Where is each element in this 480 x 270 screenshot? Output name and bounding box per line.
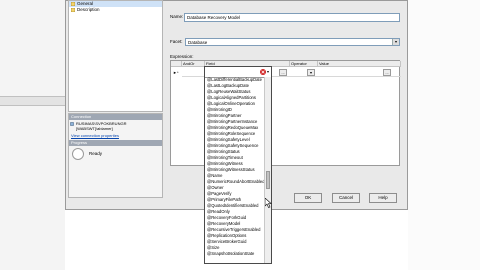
help-button[interactable]: Help [369,193,397,203]
nav-item-description[interactable]: Description [69,7,162,13]
connection-panel: Connection RUSIMAS\SVPOKBRUNGR [WABSWT]\… [68,113,163,198]
facet-value: Database [188,40,208,45]
page-tree: General Description [68,0,163,112]
user-name: [WABSWT]\ablamer] [76,126,113,131]
field-option[interactable]: @SnapshotIsolationState [205,251,265,257]
progress-status: Ready [89,151,103,156]
operator-dropdown-button[interactable]: ▾ [307,69,315,76]
column-andor: AndOr [182,61,205,67]
column-value: Value [318,61,401,67]
ok-button[interactable]: OK [294,193,322,203]
value-ellipsis-button[interactable]: ... [383,69,391,76]
facet-label: Facet: [170,39,183,44]
page-icon [70,1,76,7]
scrollbar-thumb[interactable] [266,171,270,189]
name-input[interactable] [184,13,400,22]
nav-item-label: Description [77,7,100,12]
chevron-down-icon[interactable]: ▾ [267,69,269,74]
nav-item-label: General [77,1,94,6]
page-icon [70,7,76,13]
field-dropdown-list: @LastDifferentialBackupDate @LastLogBacku… [205,77,265,263]
expression-label: Expression: [170,54,194,59]
mouse-cursor-icon [265,198,272,208]
row-marker: ►* [173,70,179,75]
view-connection-properties-link[interactable]: View connection properties [69,133,162,139]
field-dropdown[interactable]: ▾ @LastDifferentialBackupDate @LastLogBac… [204,66,272,264]
background-right-pane [408,0,480,270]
field-ellipsis-button[interactable]: ... [279,69,287,76]
grid-row-header-corner [171,61,182,67]
background-toolbar-stripe [0,96,65,106]
server-icon [70,122,74,126]
dropdown-scrollbar[interactable] [264,77,271,263]
error-icon [260,69,266,75]
background-left-pane [0,0,65,270]
column-operator: Operator [290,61,318,67]
facet-combo[interactable]: Database ▾ [185,38,400,46]
progress-spinner-icon [72,148,84,160]
chevron-down-icon[interactable]: ▾ [392,39,399,45]
name-label: Name: [170,14,184,19]
cancel-button[interactable]: Cancel [332,193,360,203]
